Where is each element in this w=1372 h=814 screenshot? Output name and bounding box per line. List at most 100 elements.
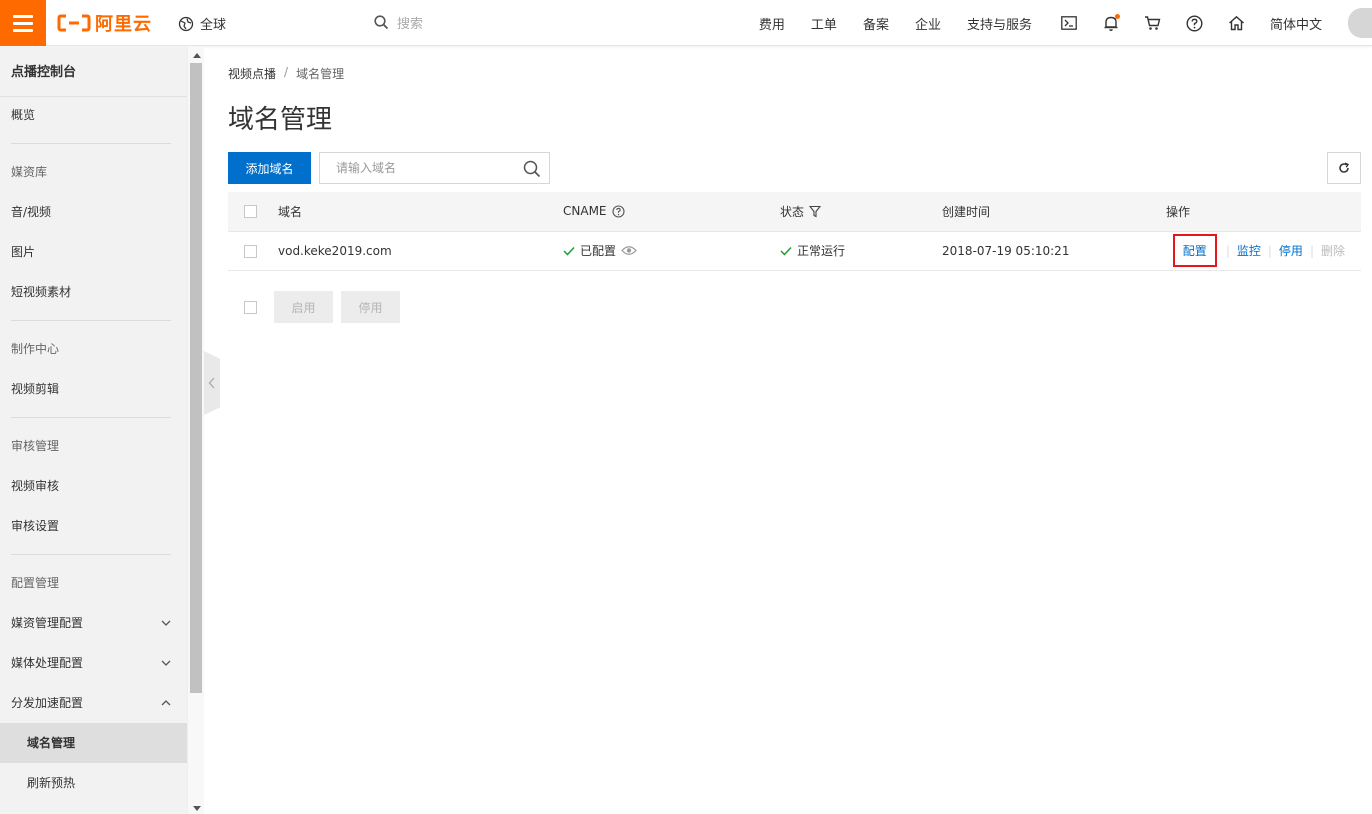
sidebar-group-media: 媒资库 (11, 165, 48, 179)
sidebar-item-review-settings[interactable]: 审核设置 (0, 506, 187, 546)
refresh-icon (1339, 162, 1350, 173)
domain-search-box (319, 152, 550, 184)
sidebar-item-label: 分发加速配置 (11, 696, 84, 710)
header-created-time: 创建时间 (942, 192, 1166, 232)
table-row: vod.keke2019.com 已配置 正常运行 2018-07-19 05:… (228, 231, 1361, 271)
logo-text: 阿里云 (95, 14, 152, 35)
cell-status: 正常运行 (797, 244, 846, 258)
language-selector[interactable]: 简体中文 (1270, 14, 1322, 33)
sidebar-item-label: 媒资管理配置 (11, 616, 84, 630)
scroll-up-arrow-icon[interactable] (193, 53, 201, 58)
sidebar-item-label: 媒体处理配置 (11, 656, 84, 670)
sidebar-divider (11, 554, 171, 555)
header-domain: 域名 (278, 192, 563, 232)
cart-icon[interactable] (1144, 14, 1162, 32)
cell-created-time: 2018-07-19 05:10:21 (942, 231, 1166, 271)
globe-icon (178, 16, 194, 31)
avatar[interactable] (1348, 8, 1372, 38)
logo[interactable]: 阿里云 (57, 12, 152, 35)
sidebar-collapse-button[interactable] (204, 351, 220, 415)
notification-dot (1114, 14, 1120, 19)
config-link[interactable]: 配置 (1172, 234, 1217, 267)
action-separator: | (1225, 244, 1230, 258)
eye-icon[interactable] (621, 245, 637, 256)
sidebar-item-refresh-preload[interactable]: 刷新预热 (0, 763, 187, 803)
action-separator: | (1267, 244, 1272, 258)
sidebar-item-media-config[interactable]: 媒资管理配置 (0, 603, 187, 643)
nav-link-tickets[interactable]: 工单 (811, 14, 837, 33)
search-icon[interactable] (523, 160, 541, 178)
row-checkbox[interactable] (244, 244, 257, 258)
sidebar-group-production: 制作中心 (11, 342, 60, 356)
disable-link[interactable]: 停用 (1279, 244, 1303, 258)
search-icon (374, 15, 389, 30)
sidebar-divider (11, 417, 171, 418)
delete-link: 删除 (1320, 244, 1345, 258)
sidebar-item-video-editing[interactable]: 视频剪辑 (0, 369, 187, 409)
top-nav-right: 费用 工单 备案 企业 支持与服务 简体中文 (759, 0, 1372, 46)
breadcrumb-separator: / (284, 65, 289, 79)
sidebar-group-review: 审核管理 (11, 439, 60, 453)
sidebar-divider (11, 143, 171, 144)
chevron-down-icon (161, 620, 171, 626)
sidebar-item-images[interactable]: 图片 (0, 232, 187, 272)
bell-icon[interactable] (1102, 14, 1120, 32)
sidebar-title: 点播控制台 (0, 47, 187, 97)
scroll-down-arrow-icon[interactable] (193, 806, 201, 811)
sidebar-item-overview[interactable]: 概览 (0, 95, 187, 135)
scrollbar-thumb[interactable] (190, 63, 202, 693)
bulk-enable-button: 启用 (274, 291, 333, 323)
global-search[interactable]: 搜索 (374, 13, 423, 32)
monitor-link[interactable]: 监控 (1237, 244, 1261, 258)
sidebar-item-processing-config[interactable]: 媒体处理配置 (0, 643, 187, 683)
aliyun-logo-icon (57, 14, 91, 32)
sidebar-item-domain-management[interactable]: 域名管理 (0, 723, 187, 763)
domain-table: 域名 CNAME 状态 创建时间 操作 vod.keke2019.com 已配置… (228, 192, 1361, 271)
breadcrumb: 视频点播 / 域名管理 (228, 65, 344, 82)
cell-cname-status: 已配置 (580, 244, 617, 258)
help-icon[interactable] (1186, 14, 1204, 32)
sidebar-item-short-video-assets[interactable]: 短视频素材 (0, 272, 187, 312)
page-title: 域名管理 (228, 105, 333, 135)
bulk-select-checkbox[interactable] (244, 300, 257, 314)
sidebar-divider (11, 320, 171, 321)
breadcrumb-parent[interactable]: 视频点播 (228, 65, 276, 82)
header-cname: CNAME (563, 204, 607, 219)
sidebar-item-cdn-config[interactable]: 分发加速配置 (0, 683, 187, 723)
sidebar-item-video-review[interactable]: 视频审核 (0, 466, 187, 506)
sidebar-item-audio-video[interactable]: 音/视频 (0, 192, 187, 232)
region-selector[interactable]: 全球 (178, 14, 226, 33)
table-header-row: 域名 CNAME 状态 创建时间 操作 (228, 192, 1361, 232)
nav-link-icp[interactable]: 备案 (863, 14, 889, 33)
domain-search-input[interactable] (320, 153, 510, 183)
nav-link-billing[interactable]: 费用 (759, 14, 785, 33)
cell-domain: vod.keke2019.com (278, 231, 563, 271)
sidebar-scrollbar[interactable] (187, 47, 204, 814)
header-actions: 操作 (1166, 192, 1361, 232)
bulk-disable-button: 停用 (341, 291, 400, 323)
help-icon[interactable] (611, 205, 625, 218)
global-search-placeholder: 搜索 (397, 17, 424, 32)
filter-icon[interactable] (809, 205, 822, 218)
region-label: 全球 (200, 18, 227, 33)
check-icon (780, 246, 792, 256)
sidebar: 点播控制台 概览 媒资库 音/视频 图片 短视频素材 制作中心 视频剪辑 审核管… (0, 47, 187, 814)
chevron-down-icon (161, 660, 171, 666)
top-navbar: 阿里云 全球 搜索 费用 工单 备案 企业 支持与服务 简体中文 (0, 0, 1372, 46)
nav-link-enterprise[interactable]: 企业 (915, 14, 941, 33)
menu-icon[interactable] (0, 0, 46, 46)
nav-link-support[interactable]: 支持与服务 (967, 14, 1032, 33)
chevron-left-icon (208, 377, 215, 389)
action-separator: | (1309, 244, 1314, 258)
chevron-up-icon (161, 700, 171, 706)
home-icon[interactable] (1228, 14, 1246, 32)
header-status: 状态 (780, 204, 805, 219)
bulk-actions-bar: 启用 停用 (228, 291, 408, 323)
check-icon (563, 246, 575, 256)
sidebar-group-config: 配置管理 (11, 576, 60, 590)
add-domain-button[interactable]: 添加域名 (228, 152, 311, 184)
terminal-icon[interactable] (1060, 14, 1078, 32)
select-all-checkbox[interactable] (244, 205, 257, 219)
refresh-button[interactable] (1327, 152, 1361, 184)
main-content: 视频点播 / 域名管理 域名管理 添加域名 域名 CNAME (228, 47, 1361, 814)
